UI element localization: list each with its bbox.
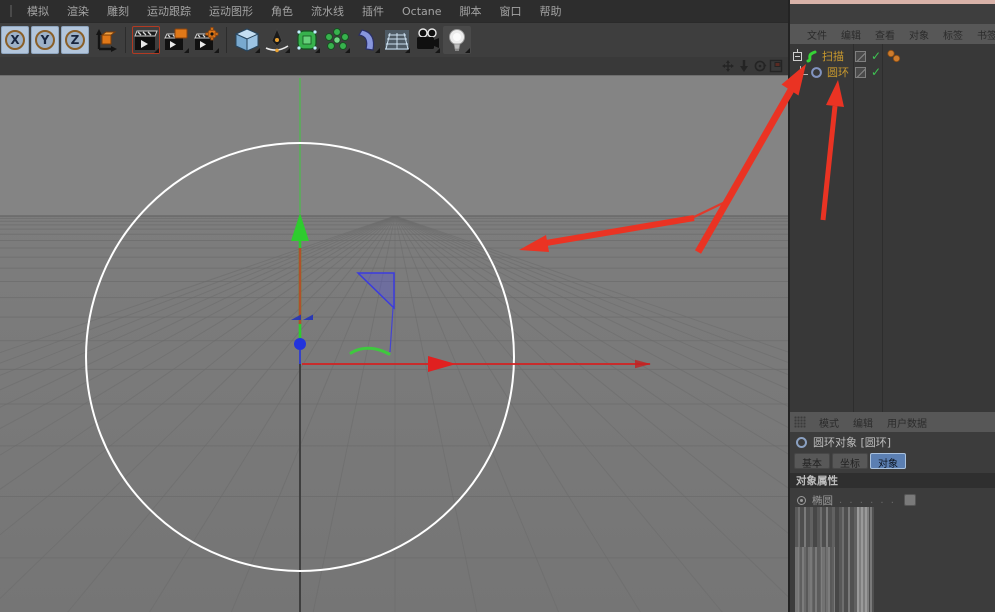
- lock-z-axis-button[interactable]: Z: [61, 26, 89, 54]
- render-view-icon[interactable]: [132, 26, 160, 54]
- om-menu-view[interactable]: 查看: [868, 27, 902, 42]
- property-row-ellipse: 椭圆 . . . . . .: [790, 492, 995, 508]
- om-menu-file[interactable]: 文件: [800, 27, 834, 42]
- menu-plugins[interactable]: 插件: [353, 3, 393, 19]
- menu-script[interactable]: 脚本: [451, 3, 491, 19]
- ellipse-checkbox[interactable]: [904, 494, 916, 506]
- right-panel-top-area: [790, 0, 995, 24]
- object-toggles-sweep: ✓: [855, 48, 902, 64]
- object-manager-menubar: 文件 编辑 查看 对象 标签 书签: [790, 24, 995, 44]
- application-window: 模拟 渲染 雕刻 运动跟踪 运动图形 角色 流水线 插件 Octane 脚本 窗…: [0, 0, 995, 612]
- enable-check-icon[interactable]: ✓: [871, 66, 881, 78]
- panel-grip-icon[interactable]: [794, 416, 806, 428]
- 3d-viewport[interactable]: [0, 57, 788, 612]
- lock-y-axis-button[interactable]: Y: [31, 26, 59, 54]
- attribute-manager-panel: 模式 编辑 用户数据 圆环对象 [圆环] 基本 坐标 对象 对象属性 椭圆 . …: [790, 412, 995, 612]
- sweep-object-icon: [804, 49, 818, 63]
- om-menu-bookmarks[interactable]: 书签: [970, 27, 995, 42]
- om-menu-edit[interactable]: 编辑: [834, 27, 868, 42]
- am-menu-mode[interactable]: 模式: [812, 415, 846, 430]
- menu-edge-fragment: [10, 5, 12, 17]
- attribute-object-title: 圆环对象 [圆环]: [813, 434, 891, 450]
- om-column-separator: [882, 44, 883, 412]
- om-column-separator: [853, 44, 854, 412]
- top-pink-strip: [790, 0, 995, 4]
- render-settings-icon[interactable]: [192, 26, 220, 54]
- viewport-canvas[interactable]: [0, 75, 788, 612]
- expand-collapse-icon[interactable]: [793, 52, 802, 61]
- object-label[interactable]: 圆环: [827, 64, 849, 80]
- orange-tag-icon[interactable]: [886, 49, 902, 63]
- layer-color-toggle[interactable]: [855, 67, 866, 78]
- pan-icon[interactable]: [720, 58, 736, 73]
- menu-sculpt[interactable]: 雕刻: [98, 3, 138, 19]
- attribute-manager-menubar: 模式 编辑 用户数据: [790, 412, 995, 432]
- am-menu-edit[interactable]: 编辑: [846, 415, 880, 430]
- menu-render[interactable]: 渲染: [58, 3, 98, 19]
- sky-area: [0, 76, 788, 216]
- subdivision-surface-icon[interactable]: [293, 26, 321, 54]
- z-axis-handle[interactable]: [294, 338, 306, 350]
- toolbar-separator: [226, 27, 227, 53]
- tree-branch-line: [800, 66, 808, 75]
- menu-octane[interactable]: Octane: [393, 5, 451, 18]
- tab-object[interactable]: 对象: [870, 453, 906, 469]
- spline-pen-icon[interactable]: [263, 26, 291, 54]
- attribute-tabs: 基本 坐标 对象: [794, 453, 908, 469]
- menu-pipeline[interactable]: 流水线: [302, 3, 353, 19]
- menu-mograph[interactable]: 运动图形: [200, 3, 262, 19]
- object-label[interactable]: 扫描: [822, 48, 844, 64]
- deformer-icon[interactable]: [353, 26, 381, 54]
- lock-x-axis-button[interactable]: X: [1, 26, 29, 54]
- floor-sky-icon[interactable]: [383, 26, 411, 54]
- om-menu-tags[interactable]: 标签: [936, 27, 970, 42]
- om-menu-objects[interactable]: 对象: [902, 27, 936, 42]
- property-label: 椭圆: [812, 493, 833, 508]
- glitched-panel-area: [795, 507, 874, 612]
- enable-check-icon[interactable]: ✓: [871, 50, 881, 62]
- render-picture-viewer-icon[interactable]: [162, 26, 190, 54]
- circle-object-icon: [796, 437, 807, 448]
- keyframe-ring-icon[interactable]: [797, 496, 806, 505]
- coordinate-system-icon[interactable]: [91, 26, 119, 54]
- rotate-icon[interactable]: [752, 58, 768, 73]
- menu-motion-tracking[interactable]: 运动跟踪: [138, 3, 200, 19]
- viewport-header-bar: [0, 57, 788, 75]
- object-toggles-circle: ✓: [855, 64, 881, 80]
- layer-color-toggle[interactable]: [855, 51, 866, 62]
- menu-simulate[interactable]: 模拟: [18, 3, 58, 19]
- object-manager-panel: 文件 编辑 查看 对象 标签 书签 扫描 ✓: [790, 24, 995, 412]
- tab-coordinates[interactable]: 坐标: [832, 453, 868, 469]
- cube-primitive-icon[interactable]: [233, 26, 261, 54]
- toggle-view-icon[interactable]: [768, 58, 784, 73]
- zoom-icon[interactable]: [736, 58, 752, 73]
- object-row-circle[interactable]: 圆环: [790, 64, 849, 80]
- attribute-title-row: 圆环对象 [圆环]: [790, 433, 995, 451]
- object-row-sweep[interactable]: 扫描: [790, 48, 844, 64]
- am-menu-userdata[interactable]: 用户数据: [880, 415, 934, 430]
- dotted-leader: . . . . . .: [839, 495, 896, 506]
- tab-basic[interactable]: 基本: [794, 453, 830, 469]
- light-icon[interactable]: [443, 26, 471, 54]
- main-toolbar: X Y Z: [0, 22, 790, 57]
- main-menu-bar: 模拟 渲染 雕刻 运动跟踪 运动图形 角色 流水线 插件 Octane 脚本 窗…: [0, 0, 790, 22]
- menu-help[interactable]: 帮助: [531, 3, 571, 19]
- toolbar-separator: [125, 27, 126, 53]
- mograph-cloner-icon[interactable]: [323, 26, 351, 54]
- menu-window[interactable]: 窗口: [491, 3, 531, 19]
- object-properties-section-header: 对象属性: [790, 473, 995, 488]
- camera-icon[interactable]: [413, 26, 441, 54]
- circle-spline-icon: [810, 66, 823, 79]
- menu-character[interactable]: 角色: [262, 3, 302, 19]
